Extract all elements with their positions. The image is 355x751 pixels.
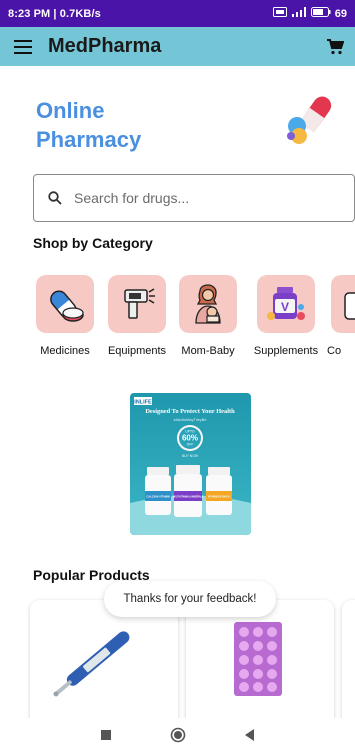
category-label: Medicines [40,345,90,357]
category-label: Co [327,345,342,357]
banner-tagline: #AdultsMayTheyBe [174,418,207,422]
product-card-partial[interactable] [342,600,355,730]
product-card-tablets[interactable] [186,600,334,730]
hamburger-icon [14,39,32,54]
app-bar: MedPharma [0,27,355,66]
banner-offer-value: 60% [182,434,198,443]
bottle-left: CALCIUM VITAMIN [145,467,171,515]
status-right: 69 [272,7,347,20]
battery-icon [310,7,331,20]
thermometer-product-icon [48,631,130,730]
category-item-medicines[interactable]: Medicines [36,275,102,357]
back-icon [244,728,254,741]
category-label: Mom-Baby [181,345,235,357]
category-label: Equipments [107,345,167,357]
banner-brand: INLIFE [134,400,152,406]
search-icon [48,191,62,205]
banner-headline: Designed To Protect Your Health [145,408,235,415]
category-item-equipments[interactable]: Equipments [100,275,174,357]
product-card-thermometer[interactable] [30,600,178,730]
category-label: Supplements [253,345,319,357]
vitamins-icon: V [257,275,315,333]
mother-baby-icon [179,275,237,333]
signal-icon [291,7,307,20]
app-title: MedPharma [48,35,162,57]
cart-icon [327,38,344,54]
sim-icon [272,7,287,20]
home-icon [170,727,185,742]
status-time: 8:23 PM | 0.7KB/s [8,7,101,20]
toast-message: Thanks for your feedback! [104,581,276,617]
hero-title: Online Pharmacy [36,96,141,154]
search-input[interactable] [74,190,314,206]
bottle-right: VITAMIN D3 5000 IU [206,467,232,515]
tablet-strip-icon [208,622,314,730]
status-bar: 8:23 PM | 0.7KB/s 69 [0,0,355,27]
hero-line-1: Online [36,98,105,123]
svg-text:V: V [281,300,289,314]
category-item-cosmetics[interactable]: Co [323,275,355,357]
category-section-title: Shop by Category [33,235,153,251]
category-item-supplements[interactable]: V Supplements [249,275,323,357]
cart-button[interactable] [315,27,355,66]
home-button[interactable] [142,718,214,751]
bottle-right-label: VITAMIN D3 5000 IU [208,496,231,499]
recents-button[interactable] [70,718,142,751]
recents-icon [100,729,111,740]
thermometer-gun-icon [108,275,166,333]
cosmetics-icon [331,275,355,333]
battery-percent: 69 [334,7,347,20]
screen: 8:23 PM | 0.7KB/s 69 MedPharma Online Ph… [0,0,355,751]
bottle-middle: MULTIVITAMIN & MINERALS [172,465,204,517]
category-list: Medicines Equipments Mom-Baby V Suppleme… [36,275,355,365]
search-bar[interactable] [33,174,355,222]
banner-cta: BUY NOW [182,454,199,458]
bottle-left-label: CALCIUM VITAMIN [146,495,169,499]
bottle-middle-label: MULTIVITAMIN & MINERALS [172,496,204,499]
capsule-logo-icon [285,92,335,150]
system-nav-bar [0,718,355,751]
hero-line-2: Pharmacy [36,127,142,152]
banner-offer-suffix: OFF [187,443,194,447]
menu-button[interactable] [0,27,46,66]
category-item-mom-baby[interactable]: Mom-Baby [171,275,245,357]
promo-banner[interactable]: INLIFE Designed To Protect Your Health #… [130,393,251,535]
pills-icon [36,275,94,333]
back-button[interactable] [214,718,286,751]
